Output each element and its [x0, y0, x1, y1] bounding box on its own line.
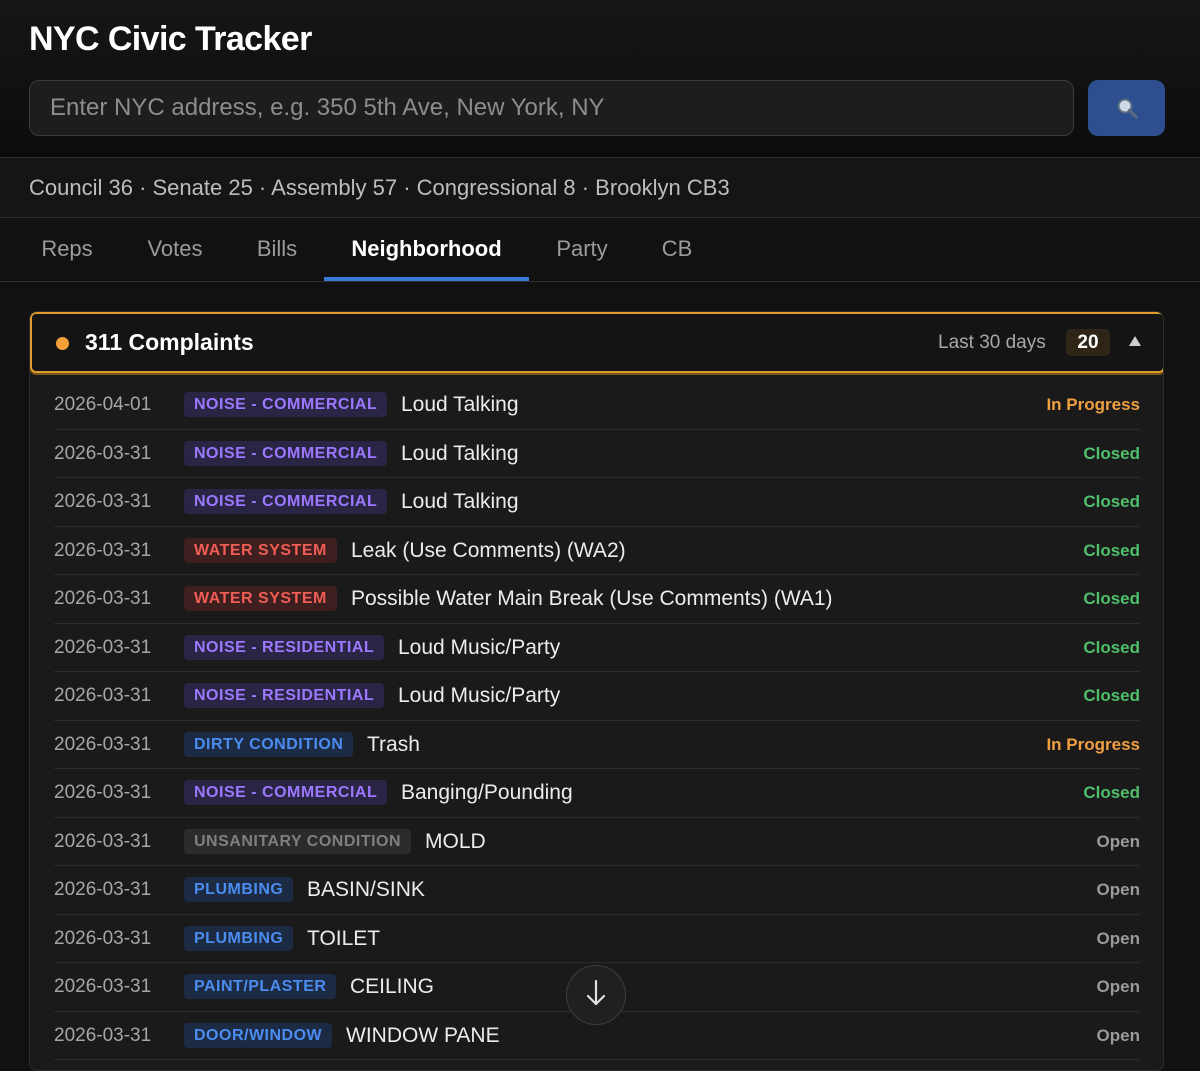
complaint-description: Loud Talking: [401, 490, 519, 513]
complaint-description: Loud Talking: [401, 441, 519, 465]
complaint-date: 2026-03-31: [54, 636, 152, 658]
complaint-date: 2026-03-31: [54, 879, 152, 900]
complaint-row[interactable]: 2026-03-31 NOISE - RESIDENTIAL Loud Music/…: [54, 624, 1140, 672]
complaint-category-tag: WATER SYSTEM: [184, 537, 337, 563]
complaint-description: MOLD: [425, 829, 486, 853]
complaint-date: 2026-03-31: [54, 927, 152, 949]
complaint-date: 2026-03-31: [54, 782, 152, 803]
address-search-input[interactable]: [29, 80, 1074, 136]
tab-neighborhood[interactable]: Neighborhood: [324, 218, 529, 281]
tab-reps[interactable]: Reps: [29, 218, 105, 281]
app-title: NYC Civic Tracker: [29, 20, 312, 58]
complaint-date: 2026-03-31: [54, 830, 152, 852]
complaints-panel-header[interactable]: 311 Complaints Last 30 days 20: [30, 312, 1163, 373]
district-summary: Council 36 · Senate 25 · Assembly 57 · C…: [0, 158, 1200, 218]
complaint-status: Closed: [1083, 783, 1140, 802]
complaint-status: Closed: [1083, 637, 1140, 657]
complaint-category-tag: NOISE - RESIDENTIAL: [184, 634, 385, 660]
complaint-category-tag: PAINT/PLASTER: [184, 974, 337, 999]
complaint-date: 2026-03-31: [54, 539, 152, 561]
complaint-category-tag: PLUMBING: [184, 925, 294, 951]
complaint-status: Open: [1096, 928, 1140, 948]
complaint-date: 2026-03-31: [54, 733, 152, 755]
complaint-category-tag: DOOR/WINDOW: [184, 1022, 333, 1048]
complaint-description: Loud Music/Party: [398, 635, 561, 659]
complaint-category-tag: NOISE - COMMERCIAL: [184, 392, 388, 417]
complaint-row[interactable]: 2026-03-31 WATER SYSTEM Leak (Use Comments…: [54, 527, 1140, 575]
complaints-list: 2026-04-01 NOISE - COMMERCIAL Loud Talking…: [54, 381, 1140, 1060]
complaint-description: WINDOW PANE: [346, 1023, 500, 1047]
complaint-row[interactable]: 2026-03-31 DIRTY CONDITION Trash In Progres…: [54, 721, 1140, 769]
complaint-status: Open: [1096, 1025, 1140, 1045]
app-header: NYC Civic Tracker: [0, 0, 1200, 158]
complaint-row[interactable]: 2026-03-31 NOISE - RESIDENTIAL Loud Music/…: [54, 672, 1140, 721]
complaint-category-tag: NOISE - RESIDENTIAL: [184, 683, 385, 708]
complaints-panel: 311 Complaints Last 30 days 20 2026-04-0…: [29, 311, 1164, 1071]
complaint-category-tag: PLUMBING: [184, 877, 294, 902]
complaint-category-tag: NOISE - COMMERCIAL: [184, 489, 388, 514]
complaint-category-tag: WATER SYSTEM: [184, 586, 337, 611]
complaint-date: 2026-03-31: [54, 1024, 152, 1046]
complaint-date: 2026-03-31: [54, 685, 152, 706]
scroll-down-button[interactable]: [566, 965, 626, 1025]
complaint-status: Open: [1096, 977, 1140, 996]
complaint-date: 2026-03-31: [54, 976, 152, 997]
tab-votes[interactable]: Votes: [133, 218, 217, 281]
complaint-category-tag: NOISE - COMMERCIAL: [184, 780, 388, 805]
complaint-status: Open: [1096, 831, 1140, 851]
complaint-status: In Progress: [1046, 734, 1140, 754]
tab-party[interactable]: Party: [543, 218, 621, 281]
complaint-row[interactable]: 2026-03-31 NOISE - COMMERCIAL Loud Talking…: [54, 430, 1140, 478]
complaint-description: Trash: [367, 732, 420, 756]
status-dot: [56, 337, 69, 350]
triangle-up-icon[interactable]: [1128, 333, 1142, 349]
arrow-down-icon: [583, 978, 609, 1013]
complaint-status: Open: [1096, 880, 1140, 899]
complaint-date: 2026-03-31: [54, 491, 152, 512]
search-button[interactable]: [1088, 80, 1165, 136]
complaint-status: Closed: [1083, 540, 1140, 560]
complaint-row[interactable]: 2026-04-01 NOISE - COMMERCIAL Loud Talking…: [54, 381, 1140, 430]
complaint-row[interactable]: 2026-03-31 NOISE - COMMERCIAL Loud Talking…: [54, 478, 1140, 527]
complaint-status: Closed: [1083, 492, 1140, 511]
complaint-date: 2026-04-01: [54, 394, 152, 415]
complaint-description: Banging/Pounding: [401, 781, 573, 804]
date-range-label: Last 30 days: [938, 332, 1046, 353]
complaint-row[interactable]: 2026-03-31 UNSANITARY CONDITION MOLD Open: [54, 818, 1140, 866]
complaint-row[interactable]: 2026-03-31 PLUMBING BASIN/SINK Open: [54, 866, 1140, 915]
complaint-status: In Progress: [1046, 395, 1140, 414]
search-icon: [1115, 96, 1139, 120]
complaint-category-tag: NOISE - COMMERCIAL: [184, 440, 388, 466]
complaint-count-badge: 20: [1066, 329, 1110, 356]
complaint-description: BASIN/SINK: [307, 878, 425, 901]
complaint-description: Leak (Use Comments) (WA2): [351, 538, 626, 562]
complaint-row[interactable]: 2026-03-31 PLUMBING TOILET Open: [54, 915, 1140, 963]
tab-cb[interactable]: CB: [650, 218, 704, 281]
complaint-description: TOILET: [307, 926, 381, 950]
complaint-description: Loud Talking: [401, 393, 519, 416]
complaint-date: 2026-03-31: [54, 442, 152, 464]
complaint-status: Closed: [1083, 443, 1140, 463]
tab-bar: Reps Votes Bills Neighborhood Party CB: [0, 218, 1200, 282]
tab-bills[interactable]: Bills: [243, 218, 311, 281]
complaint-status: Closed: [1083, 589, 1140, 608]
complaint-row[interactable]: 2026-03-31 NOISE - COMMERCIAL Banging/Poun…: [54, 769, 1140, 818]
complaint-date: 2026-03-31: [54, 588, 152, 609]
complaint-description: Loud Music/Party: [398, 684, 561, 707]
panel-title: 311 Complaints: [85, 329, 254, 355]
complaint-description: CEILING: [350, 975, 435, 998]
complaint-category-tag: DIRTY CONDITION: [184, 731, 354, 757]
complaint-status: Closed: [1083, 686, 1140, 705]
complaint-row[interactable]: 2026-03-31 WATER SYSTEM Possible Water Mai…: [54, 575, 1140, 624]
complaint-category-tag: UNSANITARY CONDITION: [184, 828, 412, 854]
complaint-description: Possible Water Main Break (Use Comments)…: [351, 587, 833, 610]
active-tab-indicator: [324, 277, 529, 281]
